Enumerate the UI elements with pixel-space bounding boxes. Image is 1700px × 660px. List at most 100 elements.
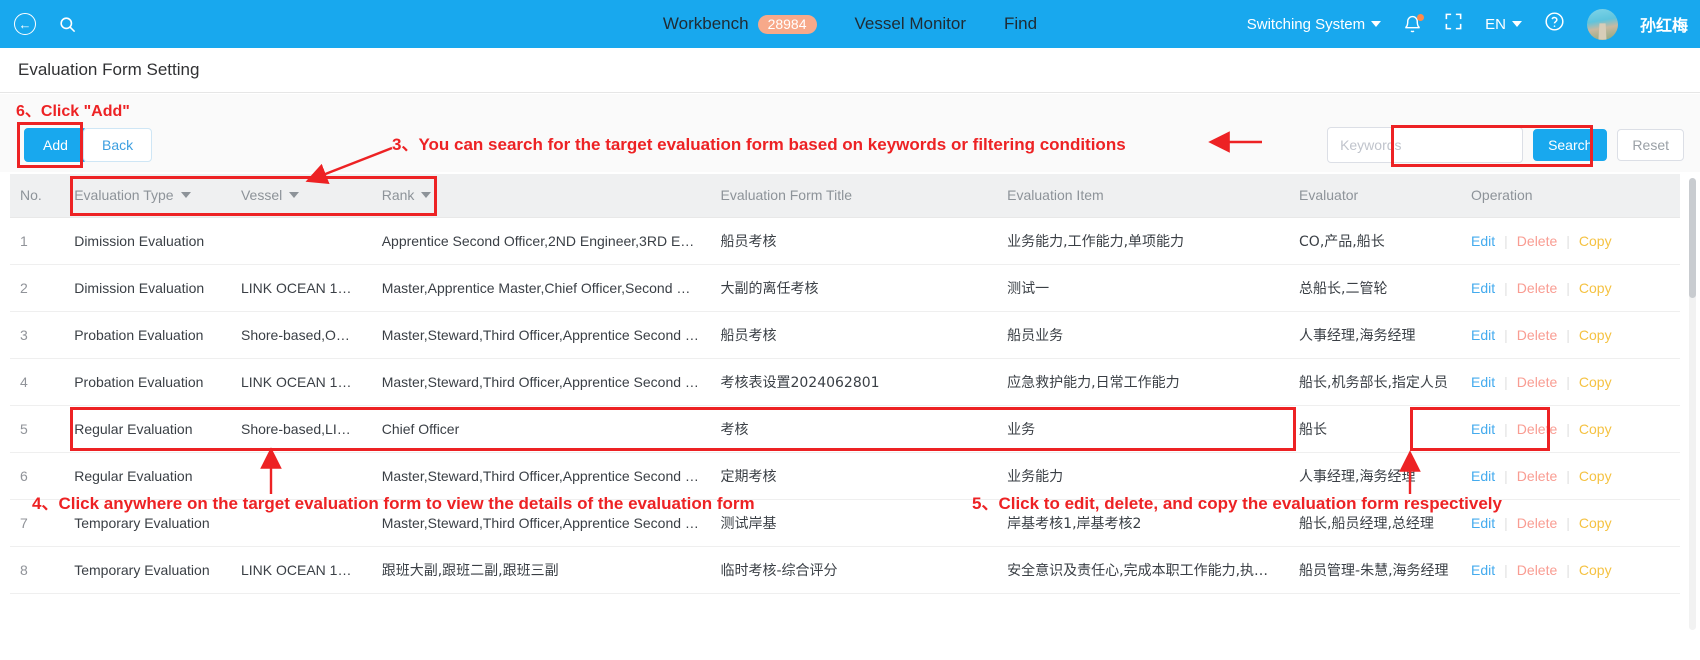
edit-link[interactable]: Edit — [1471, 562, 1495, 578]
row-rank: Master,Steward,Third Officer,Apprentice … — [371, 311, 711, 359]
separator: | — [1566, 420, 1570, 437]
delete-link[interactable]: Delete — [1517, 280, 1557, 296]
copy-link[interactable]: Copy — [1579, 233, 1612, 249]
delete-link[interactable]: Delete — [1517, 327, 1557, 343]
row-rank: Apprentice Second Officer,2ND Engineer,3… — [371, 217, 711, 265]
edit-link[interactable]: Edit — [1471, 515, 1495, 531]
annotation-4: 4、Click anywhere on the target evaluatio… — [32, 494, 755, 513]
header-vessel[interactable]: Vessel — [230, 174, 372, 218]
top-navigation-bar: ← Workbench 28984 Vessel Monitor Find Sw… — [0, 0, 1700, 48]
table-row[interactable]: 8 Temporary Evaluation LINK OCEAN 1… 跟班大副,跟… — [10, 546, 1680, 594]
row-operation-cell: Edit | Delete | Copy — [1461, 311, 1680, 359]
row-evaluation-type: Dimission Evaluation — [64, 264, 231, 312]
add-button[interactable]: Add — [24, 128, 87, 162]
edit-link[interactable]: Edit — [1471, 374, 1495, 390]
header-evaluation-type-label: Evaluation Type — [74, 187, 174, 204]
reset-button[interactable]: Reset — [1617, 129, 1684, 161]
header-operation: Operation — [1461, 174, 1680, 218]
row-evaluator: 船长 — [1289, 405, 1462, 453]
row-evaluation-item: 船员业务 — [997, 311, 1290, 359]
header-vessel-label: Vessel — [240, 187, 283, 204]
annotation-3: 3、You can search for the target evaluati… — [392, 135, 1126, 154]
delete-link[interactable]: Delete — [1517, 421, 1557, 437]
avatar[interactable] — [1586, 8, 1618, 40]
row-rank: Chief Officer — [371, 405, 711, 453]
fullscreen-button[interactable] — [1444, 12, 1463, 36]
help-button[interactable] — [1544, 11, 1565, 37]
header-rank[interactable]: Rank — [371, 174, 711, 218]
switching-system-label: Switching System — [1246, 15, 1366, 33]
row-operation-cell: Edit | Delete | Copy — [1461, 217, 1680, 265]
row-evaluation-item: 业务能力,工作能力,单项能力 — [997, 217, 1290, 265]
row-operation-cell: Edit | Delete | Copy — [1461, 358, 1680, 406]
row-evaluation-form-title: 船员考核 — [710, 217, 998, 265]
table-row[interactable]: 3 Probation Evaluation Shore-based,O… Maste… — [10, 311, 1680, 359]
delete-link[interactable]: Delete — [1517, 374, 1557, 390]
table-row[interactable]: 1 Dimission Evaluation Apprentice Second O… — [10, 217, 1680, 265]
row-no: 1 — [10, 217, 65, 265]
header-evaluation-form-title: Evaluation Form Title — [710, 174, 998, 218]
copy-link[interactable]: Copy — [1579, 374, 1612, 390]
edit-link[interactable]: Edit — [1471, 327, 1495, 343]
nav-label-workbench: Workbench — [662, 14, 749, 33]
copy-link[interactable]: Copy — [1579, 562, 1612, 578]
workbench-count-badge: 28984 — [757, 14, 817, 34]
notification-bell-button[interactable] — [1403, 13, 1425, 34]
circle-back-icon[interactable]: ← — [14, 13, 36, 35]
row-evaluation-form-title: 考核表设置2024062801 — [710, 358, 998, 406]
copy-link[interactable]: Copy — [1579, 515, 1612, 531]
copy-link[interactable]: Copy — [1579, 327, 1612, 343]
row-no: 2 — [10, 264, 65, 312]
separator: | — [1504, 373, 1508, 390]
topbar-left-group: ← — [0, 13, 77, 35]
username-label: 孙红梅 — [1639, 16, 1688, 35]
copy-link[interactable]: Copy — [1579, 421, 1612, 437]
edit-link[interactable]: Edit — [1471, 468, 1495, 484]
language-dropdown[interactable]: EN — [1485, 16, 1522, 33]
nav-item-workbench[interactable]: Workbench 28984 — [663, 14, 817, 34]
separator: | — [1504, 467, 1508, 484]
edit-link[interactable]: Edit — [1471, 421, 1495, 437]
row-evaluation-type: Regular Evaluation — [64, 405, 231, 453]
row-evaluation-item: 应急救护能力,日常工作能力 — [997, 358, 1290, 406]
row-operation-cell: Edit | Delete | Copy — [1461, 264, 1680, 312]
table-row[interactable]: 4 Probation Evaluation LINK OCEAN 1… Master… — [10, 358, 1680, 406]
row-operation-cell: Edit | Delete | Copy — [1461, 546, 1680, 594]
search-button[interactable]: Search — [1533, 129, 1608, 161]
separator: | — [1566, 561, 1570, 578]
separator: | — [1566, 373, 1570, 390]
row-vessel: LINK OCEAN 1… — [230, 546, 372, 594]
edit-link[interactable]: Edit — [1471, 280, 1495, 296]
delete-link[interactable]: Delete — [1517, 562, 1557, 578]
nav-item-find[interactable]: Find — [1004, 14, 1037, 34]
search-input[interactable] — [1327, 127, 1524, 163]
row-rank: 跟班大副,跟班二副,跟班三副 — [371, 546, 711, 594]
table-row[interactable]: 2 Dimission Evaluation LINK OCEAN 1… Master… — [10, 264, 1680, 312]
vertical-scrollbar[interactable] — [1689, 178, 1696, 630]
edit-link[interactable]: Edit — [1471, 233, 1495, 249]
annotation-6: 6、Click "Add" — [16, 103, 130, 120]
delete-link[interactable]: Delete — [1517, 233, 1557, 249]
switching-system-dropdown[interactable]: Switching System — [1246, 15, 1382, 33]
nav-item-vessel-monitor[interactable]: Vessel Monitor — [855, 14, 967, 34]
page-header: Evaluation Form Setting — [0, 48, 1700, 93]
delete-link[interactable]: Delete — [1517, 468, 1557, 484]
row-evaluation-form-title: 临时考核-综合评分 — [710, 546, 998, 594]
row-vessel: LINK OCEAN 1… — [230, 264, 372, 312]
scrollbar-thumb[interactable] — [1689, 178, 1696, 298]
row-no: 3 — [10, 311, 65, 359]
delete-link[interactable]: Delete — [1517, 515, 1557, 531]
header-evaluation-type[interactable]: Evaluation Type — [64, 174, 231, 218]
back-button[interactable]: Back — [83, 128, 153, 162]
search-icon[interactable] — [58, 15, 77, 34]
copy-link[interactable]: Copy — [1579, 468, 1612, 484]
row-no: 4 — [10, 358, 65, 406]
separator: | — [1504, 514, 1508, 531]
chevron-down-icon — [289, 192, 300, 199]
table-row[interactable]: 5 Regular Evaluation Shore-based,LI… Chief … — [10, 405, 1680, 453]
separator: | — [1504, 561, 1508, 578]
copy-link[interactable]: Copy — [1579, 280, 1612, 296]
row-vessel: LINK OCEAN 1… — [230, 358, 372, 406]
row-evaluation-type: Temporary Evaluation — [64, 546, 231, 594]
row-no: 8 — [10, 546, 65, 594]
